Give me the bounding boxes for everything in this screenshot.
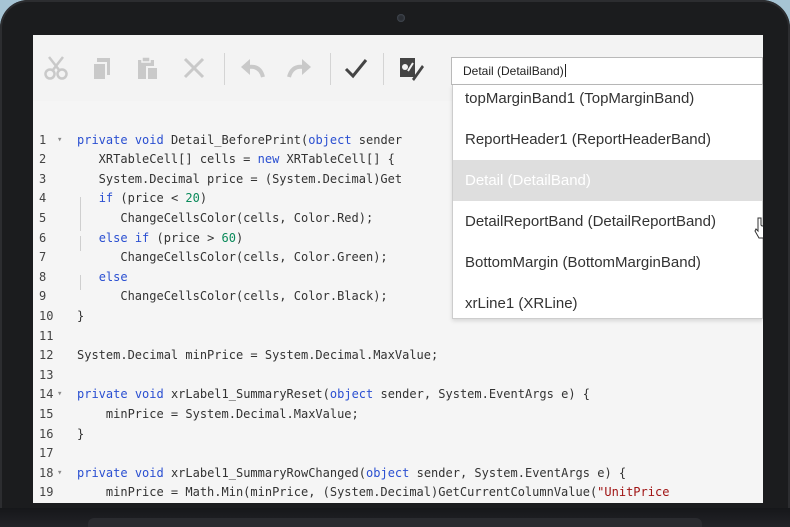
code-line: 17 <box>33 425 91 460</box>
code-text: ChangeCellsColor(cells, Color.Green); <box>77 250 388 265</box>
code-line: 19 minPrice = Math.Min(minPrice, (System… <box>33 464 669 499</box>
code-text: else if (price > 60) <box>98 230 244 245</box>
code-line: 8 else <box>33 248 128 284</box>
code-text: System.Decimal minPrice = System.Decimal… <box>77 348 439 363</box>
validate-button[interactable] <box>339 51 373 85</box>
code-text: System.Decimal price = (System.Decimal)G… <box>77 171 403 186</box>
code-text: private void xrLabel1_SummaryReset(objec… <box>77 387 590 402</box>
code-line: 16} <box>33 405 91 441</box>
dropdown-item[interactable]: ReportHeader1 (ReportHeaderBand) <box>453 119 762 160</box>
code-text: minPrice = Math.Min(minPrice, (System.De… <box>77 485 670 500</box>
redo-button[interactable] <box>283 51 317 85</box>
copy-button[interactable] <box>85 51 119 85</box>
screen: Detail (DetailBand) 1 ▾ private void Detai… <box>33 35 763 503</box>
toolbar-divider <box>383 53 384 85</box>
undo-arrow-icon <box>241 59 265 78</box>
delete-button[interactable] <box>177 51 211 85</box>
code-line: 6 else if (price > 60) <box>33 209 243 245</box>
paste-button[interactable] <box>131 51 165 85</box>
code-line: 12 System.Decimal minPrice = System.Decim… <box>33 327 438 362</box>
band-selector-input[interactable]: Detail (DetailBand) <box>451 57 763 85</box>
toolbar-divider <box>330 53 331 85</box>
code-line: 4 if (price < 20) <box>33 170 207 205</box>
code-text: ChangeCellsColor(cells, Color.Black); <box>77 289 388 304</box>
webcam <box>397 14 405 22</box>
code-text: ChangeCellsColor(cells, Color.Red); <box>77 210 374 225</box>
code-line: 14 ▾ private void xrLabel1_SummaryReset(ob… <box>33 366 590 401</box>
copy-icon <box>92 58 110 81</box>
code-line: 1 ▾ private void Detail_BeforePrint(object… <box>33 111 402 147</box>
text-caret <box>564 64 566 77</box>
event-script-button[interactable] <box>394 51 428 85</box>
undo-button[interactable] <box>235 51 269 85</box>
code-line: 5 ChangeCellsColor(cells, Color.Red); <box>33 189 373 225</box>
dropdown-item[interactable]: DetailReportBand (DetailReportBand) <box>453 201 762 242</box>
laptop-bezel: Detail (DetailBand) 1 ▾ private void Detai… <box>0 0 790 527</box>
band-selector-value: Detail (DetailBand) <box>463 64 564 78</box>
script-edit-icon <box>400 58 424 81</box>
laptop-hinge <box>88 518 702 527</box>
cut-button[interactable] <box>39 51 73 85</box>
code-line: 7 ChangeCellsColor(cells, Color.Green); <box>33 229 388 264</box>
code-line: 9 ChangeCellsColor(cells, Color.Black); <box>33 268 388 303</box>
code-line: 18 ▾ private void xrLabel1_SummaryRowChang… <box>33 444 626 480</box>
band-dropdown-list: topMarginBand1 (TopMarginBand) ReportHea… <box>452 85 763 319</box>
code-text: private void Detail_BeforePrint(object s… <box>77 132 403 147</box>
dropdown-item-selected[interactable]: Detail (DetailBand) <box>453 160 762 201</box>
redo-arrow-icon <box>287 59 311 78</box>
checkmark-icon <box>344 59 368 79</box>
dropdown-item[interactable]: xrLine1 (XRLine) <box>453 283 762 318</box>
scissors-icon <box>44 56 68 80</box>
code-text: minPrice = System.Decimal.MaxValue; <box>77 406 359 421</box>
code-text: private void xrLabel1_SummaryRowChanged(… <box>77 465 627 480</box>
dropdown-item[interactable]: BottomMargin (BottomMarginBand) <box>453 242 762 283</box>
code-text: if (price < 20) <box>98 191 208 206</box>
code-line: 10} <box>33 287 91 323</box>
code-line: 3 System.Decimal price = (System.Decimal… <box>33 150 402 186</box>
code-line: 2 XRTableCell[] cells = new XRTableCell[… <box>33 131 395 166</box>
clipboard-icon <box>138 56 159 81</box>
hand-pointer-cursor-icon <box>754 217 763 239</box>
dropdown-item[interactable]: topMarginBand1 (TopMarginBand) <box>453 85 762 119</box>
code-line: 20} <box>33 483 91 503</box>
code-line: 15 minPrice = System.Decimal.MaxValue; <box>33 385 359 421</box>
code-line: 13 <box>33 346 91 382</box>
close-icon <box>183 57 205 79</box>
code-text: XRTableCell[] cells = new XRTableCell[] … <box>77 152 395 167</box>
toolbar-divider <box>224 53 225 85</box>
code-line: 11 <box>33 307 91 343</box>
